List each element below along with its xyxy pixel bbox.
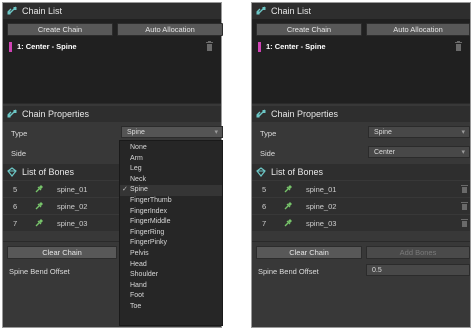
chain-properties-title: Chain Properties [271,109,339,119]
side-label: Side [260,149,276,158]
bone-row[interactable]: 7 spine_03 [252,215,470,231]
chain-link-icon [7,109,17,119]
clear-chain-button[interactable]: Clear Chain [7,246,117,259]
bone-index: 5 [262,185,267,194]
dropdown-option[interactable]: Pelvis [120,249,222,259]
add-bones-button[interactable]: Add Bones [366,246,470,259]
check-icon: ✓ [122,186,128,194]
bone-name: spine_02 [306,202,337,211]
chain-list-title: Chain List [22,6,63,16]
chevron-down-icon: ▾ [461,129,465,136]
dropdown-option[interactable]: FingerRing [120,228,222,238]
divider [3,103,221,104]
chain-list-header[interactable]: Chain List [3,3,221,19]
pin-icon[interactable] [284,184,293,193]
dropdown-option[interactable]: Hand [120,281,222,291]
bone-name: spine_01 [306,185,337,194]
dropdown-option[interactable]: Neck [120,175,222,185]
inspector-panel-right: Chain List Create Chain Auto Allocation … [251,2,471,328]
trash-icon[interactable] [455,41,462,51]
pin-icon[interactable] [35,201,44,210]
type-select-value: Spine [127,128,145,136]
trash-icon[interactable] [206,41,213,51]
list-of-bones-title: List of Bones [22,167,75,177]
dropdown-option[interactable]: Arm [120,154,222,164]
dropdown-option-label: Spine [130,186,148,194]
bone-name: spine_01 [57,185,88,194]
diamond-bone-icon [256,167,266,177]
side-select[interactable]: Center ▾ [368,146,470,158]
chevron-down-icon: ▾ [214,129,218,136]
dropdown-option[interactable]: FingerMiddle [120,217,222,227]
dropdown-option[interactable]: Toe [120,302,222,312]
divider [252,103,470,104]
chevron-down-icon: ▾ [461,149,465,156]
chain-list-item[interactable]: 1: Center - Spine [258,41,464,52]
divider [252,241,470,242]
trash-icon[interactable] [461,201,468,210]
type-label: Type [260,129,277,138]
clear-chain-button[interactable]: Clear Chain [256,246,362,259]
pin-icon[interactable] [284,201,293,210]
bone-name: spine_03 [306,219,337,228]
bone-index: 6 [13,202,18,211]
chain-properties-header[interactable]: Chain Properties [252,106,470,122]
dropdown-option[interactable]: FingerPinky [120,238,222,248]
bone-index: 7 [13,219,18,228]
spine-bend-offset-value: 0.5 [372,266,382,274]
bone-index: 5 [13,185,18,194]
trash-icon[interactable] [461,218,468,227]
chain-color-indicator [258,41,261,52]
chain-list-item[interactable]: 1: Center - Spine [9,41,215,52]
type-select[interactable]: Spine ▾ [121,126,223,138]
side-label: Side [11,149,27,158]
chain-list-title: Chain List [271,6,312,16]
chain-properties-title: Chain Properties [22,109,90,119]
auto-allocation-button[interactable]: Auto Allocation [366,23,470,36]
chain-link-icon [256,109,266,119]
pin-icon[interactable] [35,184,44,193]
create-chain-button[interactable]: Create Chain [256,23,362,36]
create-chain-button[interactable]: Create Chain [7,23,113,36]
bone-index: 7 [262,219,267,228]
dropdown-option[interactable]: FingerThumb [120,196,222,206]
pin-icon[interactable] [35,218,44,227]
list-of-bones-header[interactable]: List of Bones [252,164,470,180]
list-of-bones-title: List of Bones [271,167,324,177]
diamond-bone-icon [7,167,17,177]
side-select-value: Center [374,148,396,156]
dropdown-option[interactable]: Shoulder [120,270,222,280]
bone-index: 6 [262,202,267,211]
chain-link-icon [256,6,266,16]
chain-link-icon [7,6,17,16]
spine-bend-offset-input[interactable]: 0.5 [366,264,470,276]
bone-name: spine_03 [57,219,88,228]
chain-list-header[interactable]: Chain List [252,3,470,19]
chain-color-indicator [9,41,12,52]
bone-row[interactable]: 6 spine_02 [252,198,470,214]
dropdown-option[interactable]: FingerIndex [120,207,222,217]
dropdown-option[interactable]: None [120,143,222,153]
spine-bend-offset-label: Spine Bend Offset [9,267,70,276]
auto-allocation-button[interactable]: Auto Allocation [117,23,223,36]
spine-bend-offset-label: Spine Bend Offset [258,267,319,276]
type-select[interactable]: Spine ▾ [368,126,470,138]
bone-row[interactable]: 5 spine_01 [252,181,470,197]
dropdown-option[interactable]: Foot [120,291,222,301]
dropdown-option[interactable]: Head [120,260,222,270]
chain-item-label: 1: Center - Spine [266,42,326,51]
type-select-value: Spine [374,128,392,136]
dropdown-option[interactable]: ✓ Spine [120,185,222,196]
dropdown-option[interactable]: Leg [120,164,222,174]
bone-name: spine_02 [57,202,88,211]
chain-properties-header[interactable]: Chain Properties [3,106,221,122]
type-dropdown-list[interactable]: None Arm Leg Neck ✓ Spine FingerThumb FingerInd… [119,140,223,326]
trash-icon[interactable] [461,184,468,193]
pin-icon[interactable] [284,218,293,227]
chain-item-label: 1: Center - Spine [17,42,77,51]
type-label: Type [11,129,28,138]
